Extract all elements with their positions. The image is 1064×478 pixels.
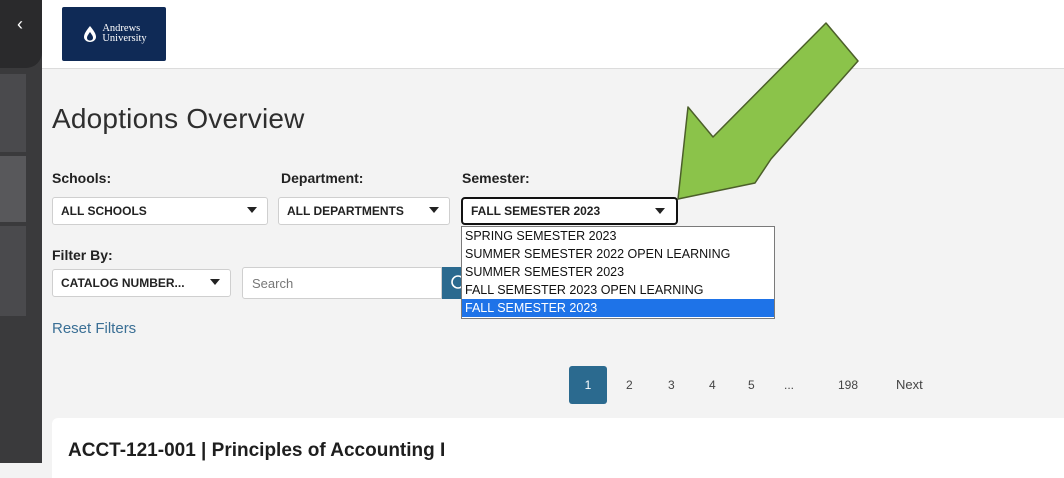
- arrow-annotation-icon: [677, 22, 859, 200]
